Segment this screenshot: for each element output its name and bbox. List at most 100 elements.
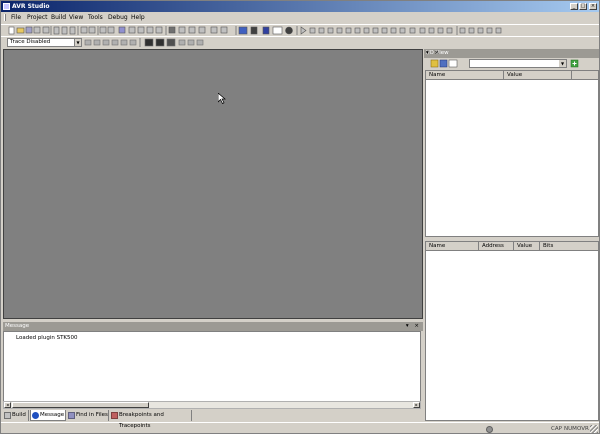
cap-indicator: CAP	[551, 426, 562, 432]
message-output[interactable]: Loaded plugin STK500	[3, 331, 421, 402]
title-bar[interactable]: AVR Studio _ □ ×	[1, 1, 599, 12]
column-header[interactable]: Bits	[540, 242, 598, 251]
outdent-icon	[137, 26, 145, 34]
column-header[interactable]: Value	[504, 71, 572, 80]
build-run-icon	[198, 26, 206, 34]
io-grid-icon	[448, 59, 458, 68]
stop-icon	[318, 27, 325, 34]
scroll-right-icon[interactable]: ▸	[413, 402, 420, 408]
build-tab-icon	[4, 412, 11, 419]
trace-goto-icon	[129, 39, 137, 46]
tab-message[interactable]: Message	[30, 410, 66, 421]
reset-icon	[327, 27, 334, 34]
find-icon	[99, 26, 107, 34]
trace-toolbar: Trace Disabled ▼	[1, 36, 599, 47]
message-hscrollbar[interactable]: ◂ ▸	[3, 401, 421, 409]
display-icon	[262, 26, 270, 35]
io-refresh-icon	[430, 59, 439, 68]
resize-grip[interactable]	[590, 425, 598, 433]
column-header[interactable]: Name	[426, 242, 479, 251]
column-header[interactable]: Address	[479, 242, 514, 251]
run-icon	[300, 26, 307, 35]
memory-icon	[428, 27, 435, 34]
message-panel-header[interactable]: Message ▾ ×	[3, 322, 423, 331]
add-icon[interactable]	[570, 58, 580, 69]
menu-debug[interactable]: Debug	[108, 14, 128, 21]
trace-select[interactable]: Trace Disabled ▼	[7, 38, 82, 47]
connect-icon	[250, 26, 258, 35]
message-panel-title: Message	[5, 323, 30, 329]
scroll-left-icon[interactable]: ◂	[4, 402, 11, 408]
menu-view[interactable]: View	[69, 14, 83, 21]
menubar-grip[interactable]	[4, 14, 6, 21]
chevron-down-icon[interactable]: ▼	[74, 39, 81, 46]
menu-tools[interactable]: Tools	[88, 14, 103, 21]
status-bar: CAP NUM OVR	[1, 422, 599, 434]
num-indicator: NUM	[564, 426, 577, 432]
trace-export-icon	[120, 39, 128, 46]
hex-view-icon	[144, 38, 154, 47]
redo-icon	[88, 26, 96, 34]
next-bookmark-icon	[155, 26, 163, 34]
break-icon	[309, 27, 316, 34]
io-filter-combo[interactable]: ▼	[469, 59, 567, 68]
io-view-icon	[459, 27, 466, 34]
trace-select-value: Trace Disabled	[10, 39, 51, 45]
processor-icon	[468, 27, 475, 34]
mouse-pointer-icon	[218, 93, 226, 104]
gcc-icon	[272, 26, 283, 35]
run-to-cursor-icon	[372, 27, 379, 34]
binoculars-icon	[118, 26, 126, 34]
io-view-controls[interactable]: ▾ ×	[426, 50, 597, 57]
indent-icon	[128, 26, 136, 34]
toolbar-icons[interactable]	[1, 25, 599, 36]
io-toolbar-icons[interactable]	[430, 58, 474, 69]
menu-help[interactable]: Help	[131, 14, 145, 21]
trace-settings-icon	[84, 39, 92, 46]
remove-breakpoints-icon	[399, 27, 406, 34]
window-title: AVR Studio	[12, 3, 50, 10]
editor-workspace[interactable]	[3, 49, 423, 319]
toggle-breakpoint-icon	[390, 27, 397, 34]
trace-toolbar-icons[interactable]	[83, 37, 303, 48]
clean-icon	[220, 26, 228, 34]
step-out-icon	[363, 27, 370, 34]
menu-build[interactable]: Build	[51, 14, 66, 21]
compile-icon	[168, 26, 176, 34]
save-all-icon	[33, 26, 41, 34]
menu-file[interactable]: File	[11, 14, 21, 21]
quickwatch-icon	[409, 27, 416, 34]
tab-breakpoints[interactable]: Breakpoints and Tracepoints	[110, 410, 192, 429]
column-header[interactable]: Value	[514, 242, 540, 251]
rebuild-icon	[188, 26, 196, 34]
trace-clear-icon	[102, 39, 110, 46]
tab-build[interactable]: Build	[3, 410, 29, 421]
menu-bar: File Project Build View Tools Debug Help	[1, 13, 599, 23]
program-icon	[238, 26, 248, 35]
scroll-thumb[interactable]	[12, 402, 149, 408]
io-bits-grid[interactable]: Name Address Value Bits	[425, 241, 599, 421]
close-button[interactable]: ×	[589, 3, 597, 10]
column-header[interactable]: Name	[426, 71, 504, 80]
app-window: AVR Studio _ □ × File Project Build View…	[0, 0, 600, 434]
watch-icon	[419, 27, 426, 34]
message-line: Loaded plugin STK500	[16, 335, 78, 341]
io-tree-icon	[439, 59, 448, 68]
show-next-icon	[336, 27, 343, 34]
trace-filter-icon	[93, 39, 101, 46]
chevron-down-icon[interactable]: ▼	[559, 60, 566, 67]
column-header[interactable]	[572, 71, 598, 80]
tab-find-in-files[interactable]: Find in Files	[67, 410, 109, 421]
auto-step-icon	[381, 27, 388, 34]
minimize-button[interactable]: _	[570, 3, 578, 10]
trace-prev-icon	[178, 39, 186, 46]
tab-find-label: Find in Files	[76, 412, 108, 418]
status-indicator-icon	[486, 426, 493, 433]
menu-project[interactable]: Project	[27, 14, 48, 21]
maximize-button[interactable]: □	[579, 3, 587, 10]
paste-icon	[69, 26, 76, 35]
io-view-header[interactable]: I/O View ▾ ×	[424, 49, 599, 58]
io-register-tree[interactable]: Name Value	[425, 70, 599, 237]
io-tree-header: Name Value	[426, 71, 598, 80]
message-panel-controls[interactable]: ▾ ×	[406, 323, 421, 330]
